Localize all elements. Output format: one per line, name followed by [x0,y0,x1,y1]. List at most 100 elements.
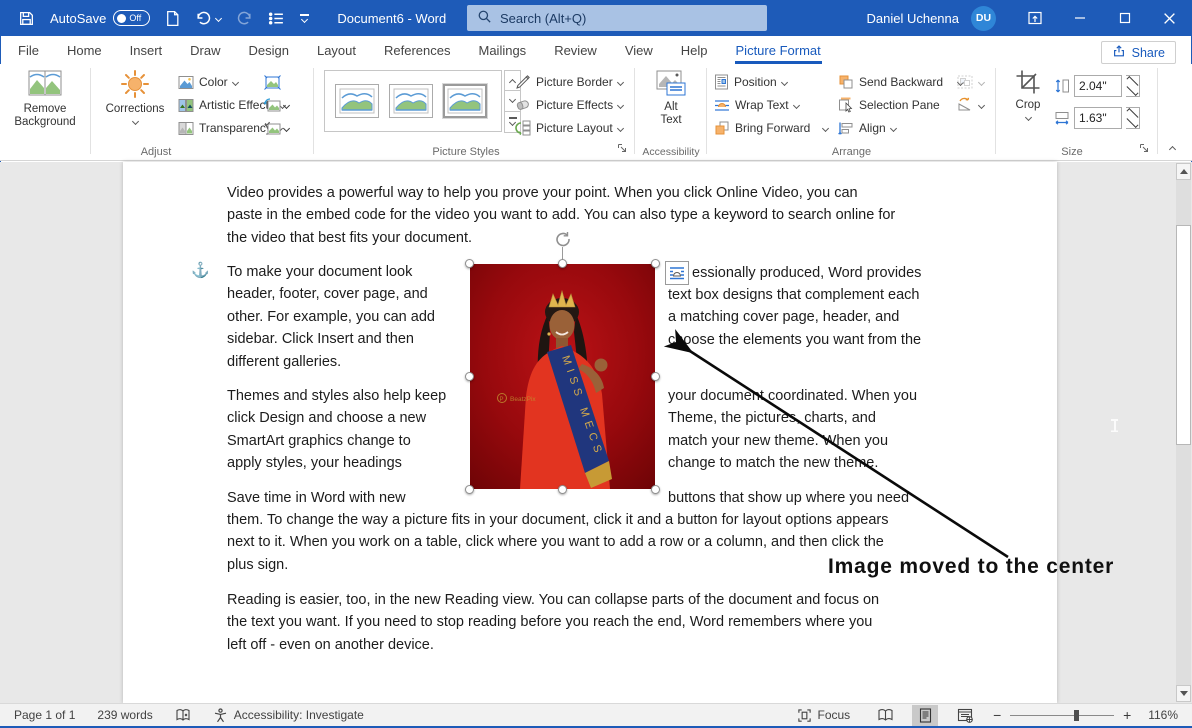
selected-picture[interactable]: MISS MECS P BeatzPix [470,264,655,489]
print-layout-button[interactable] [912,705,938,726]
proofing-icon[interactable] [175,708,191,723]
search-input[interactable] [500,11,757,26]
style-thumbnail-2[interactable] [389,84,433,118]
share-button[interactable]: Share [1101,41,1176,64]
customize-qat-chevron[interactable] [300,6,309,30]
compress-pictures-button[interactable] [264,72,294,92]
picture-effects-button[interactable]: Picture Effects [515,95,623,115]
style-thumbnail-3[interactable] [443,84,487,118]
rotate-objects-button[interactable] [956,95,984,115]
crop-button[interactable]: Crop [1006,69,1050,120]
ribbon-display-options-icon[interactable] [1012,0,1057,36]
scroll-up-button[interactable] [1176,163,1191,180]
new-document-icon[interactable] [165,6,180,30]
tab-picture-format[interactable]: Picture Format [722,36,835,64]
resize-handle-ne[interactable] [651,259,660,268]
tab-design[interactable]: Design [235,36,303,64]
resize-handle-n[interactable] [558,259,567,268]
picture-border-button[interactable]: Picture Border [515,72,623,92]
paragraph-3-left[interactable]: Themes and styles also help keep click D… [227,385,477,475]
zoom-in-button[interactable]: + [1122,707,1132,723]
picture-styles-dialog-launcher[interactable] [617,142,627,156]
undo-button[interactable] [195,6,221,30]
tab-help[interactable]: Help [667,36,722,64]
align-button[interactable]: Align [838,118,896,138]
wrap-text-button[interactable]: Wrap Text [714,95,799,115]
wrap-text-label: Wrap Text [735,98,789,112]
tab-file[interactable]: File [4,36,53,64]
read-mode-button[interactable] [872,705,898,726]
tab-review[interactable]: Review [540,36,611,64]
toggle-knob [117,14,126,23]
alt-text-button[interactable]: Alt Text [643,69,699,127]
web-layout-button[interactable] [952,705,978,726]
style-thumbnail-1[interactable] [335,84,379,118]
resize-handle-se[interactable] [651,485,660,494]
accessibility-status[interactable]: Accessibility: Investigate [213,708,364,723]
page[interactable]: Video provides a powerful way to help yo… [123,162,1057,703]
paragraph-1[interactable]: Video provides a powerful way to help yo… [227,182,1017,249]
tab-view[interactable]: View [611,36,667,64]
remove-background-button[interactable]: Remove Background [4,69,86,129]
position-button[interactable]: Position [714,72,787,92]
bring-forward-button[interactable]: Bring Forward [714,118,828,138]
height-input[interactable] [1074,75,1122,97]
resize-handle-w[interactable] [465,372,474,381]
rotate-handle[interactable] [554,230,572,248]
annotation-text[interactable]: Image moved to the center [828,555,1114,579]
tab-mailings[interactable]: Mailings [465,36,541,64]
selection-pane-button[interactable]: Selection Pane [838,95,940,115]
focus-button[interactable]: Focus [797,708,851,723]
undo-dropdown-chevron[interactable] [215,14,222,21]
zoom-level[interactable]: 116% [1148,708,1178,722]
paragraph-5[interactable]: Reading is easier, too, in the new Readi… [227,589,1017,656]
reset-picture-button[interactable] [264,118,294,138]
layout-options-button[interactable] [665,261,689,285]
zoom-slider[interactable] [1010,708,1114,722]
page-indicator[interactable]: Page 1 of 1 [14,708,75,722]
corrections-button[interactable]: Corrections [98,69,172,124]
tab-layout[interactable]: Layout [303,36,370,64]
paragraph-2-right[interactable]: text box designs that complement each a … [668,284,978,351]
tab-references[interactable]: References [370,36,464,64]
word-count[interactable]: 239 words [97,708,152,722]
vertical-scrollbar[interactable] [1176,163,1191,702]
redo-button [236,6,253,30]
resize-handle-sw[interactable] [465,485,474,494]
tab-home[interactable]: Home [53,36,116,64]
zoom-out-button[interactable]: − [992,707,1002,723]
scroll-down-button[interactable] [1176,685,1191,702]
close-button[interactable] [1147,0,1192,36]
autosave-pill[interactable]: Off [113,10,150,26]
change-picture-button[interactable] [264,95,294,115]
resize-handle-s[interactable] [558,485,567,494]
tab-insert[interactable]: Insert [116,36,177,64]
resize-handle-e[interactable] [651,372,660,381]
zoom-slider-thumb[interactable] [1074,710,1079,721]
color-button[interactable]: Color [178,72,238,92]
paragraph-3-right[interactable]: your document coordinated. When you Them… [668,385,978,475]
width-steppers[interactable] [1126,107,1140,129]
search-box[interactable] [467,5,767,31]
avatar[interactable]: DU [971,6,996,31]
width-input[interactable] [1074,107,1122,129]
save-icon[interactable] [18,6,35,30]
size-dialog-launcher[interactable] [1139,142,1149,156]
collapse-ribbon-chevron[interactable] [1169,146,1176,153]
maximize-button[interactable] [1102,0,1147,36]
picture-layout-button[interactable]: Picture Layout [515,118,623,138]
paragraph-2-left[interactable]: To make your document look header, foote… [227,261,477,373]
bring-forward-chevron[interactable] [822,124,829,131]
paragraph-4-left[interactable]: Save time in Word with new [227,487,477,509]
scrollbar-thumb[interactable] [1176,225,1191,445]
height-steppers[interactable] [1126,75,1140,97]
minimize-button[interactable] [1057,0,1102,36]
send-backward-button[interactable]: Send Backward [838,72,963,92]
paragraph-4-right[interactable]: buttons that show up where you need [668,487,978,509]
tab-draw[interactable]: Draw [176,36,234,64]
paragraph-2-right-first-line[interactable]: essionally produced, Word provides [692,262,992,284]
user-name[interactable]: Daniel Uchenna [866,11,959,26]
resize-handle-nw[interactable] [465,259,474,268]
autosave-toggle[interactable]: AutoSave Off [50,10,150,26]
bullets-icon[interactable] [268,6,285,30]
